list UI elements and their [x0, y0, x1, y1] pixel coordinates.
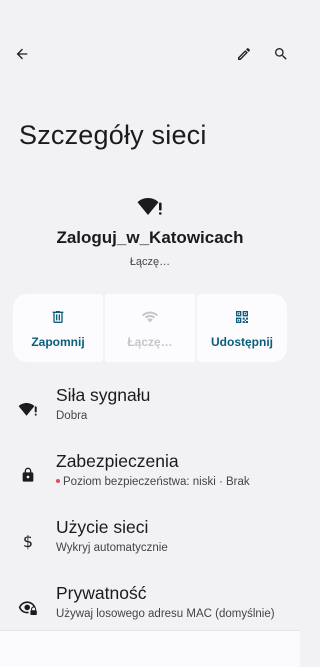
- security-status-dot: [56, 478, 60, 483]
- bottom-navigation-bar: [0, 630, 300, 667]
- network-ssid: Zaloguj_w_Katowicach: [56, 228, 244, 247]
- row-title: Użycie sieci: [56, 517, 149, 537]
- row-title: Siła sygnału: [56, 385, 151, 405]
- row-subtitle: Dobra: [56, 410, 88, 422]
- forget-label: Zapomnij: [31, 335, 85, 349]
- pencil-icon: [238, 47, 250, 60]
- security-row[interactable]: Zabezpieczenia Poziom bezpieczeństwa: ni…: [0, 442, 300, 508]
- wifi-alert-icon: [17, 398, 39, 420]
- connect-label: Łączę…: [127, 335, 173, 349]
- arrow-back-icon: [16, 48, 28, 60]
- wifi-alert-icon: [137, 198, 162, 215]
- back-button[interactable]: [6, 38, 38, 70]
- row-subtitle: Używaj losowego adresu MAC (domyślnie): [56, 608, 275, 620]
- forget-button[interactable]: Zapomnij: [13, 294, 103, 362]
- signal-strength-row[interactable]: Siła sygnału Dobra: [0, 376, 300, 442]
- connect-button[interactable]: Łączę…: [105, 294, 195, 362]
- row-title: Prywatność: [56, 583, 147, 603]
- lock-icon: [17, 464, 39, 486]
- connection-status: Łączę…: [129, 256, 171, 268]
- search-icon: [275, 48, 287, 60]
- edit-button[interactable]: [228, 38, 260, 70]
- network-usage-row[interactable]: $ Użycie sieci Wykryj automatycznie: [0, 508, 300, 574]
- security-level-text: Poziom bezpieczeństwa: niski · Brak: [63, 476, 250, 488]
- dollar-icon: $: [22, 531, 34, 551]
- wifi-icon: [142, 311, 158, 323]
- network-header: Zaloguj_w_Katowicach Łączę…: [0, 194, 300, 268]
- page-title: Szczegóły sieci: [19, 120, 207, 150]
- eye-lock-icon: [17, 596, 39, 618]
- top-app-bar: [0, 0, 300, 108]
- row-subtitle: Wykryj automatycznie: [56, 542, 168, 554]
- row-title: Zabezpieczenia: [56, 451, 179, 471]
- action-buttons: Zapomnij Łączę… Udostępnij: [13, 294, 287, 362]
- network-details-list: Siła sygnału Dobra Zabezpieczenia Poziom…: [0, 376, 300, 640]
- trash-icon: [52, 311, 64, 323]
- search-button[interactable]: [265, 38, 297, 70]
- qr-code-icon: [236, 311, 248, 323]
- share-button[interactable]: Udostępnij: [197, 294, 287, 362]
- row-subtitle: Poziom bezpieczeństwa: niski · Brak: [56, 475, 276, 490]
- share-label: Udostępnij: [211, 335, 273, 349]
